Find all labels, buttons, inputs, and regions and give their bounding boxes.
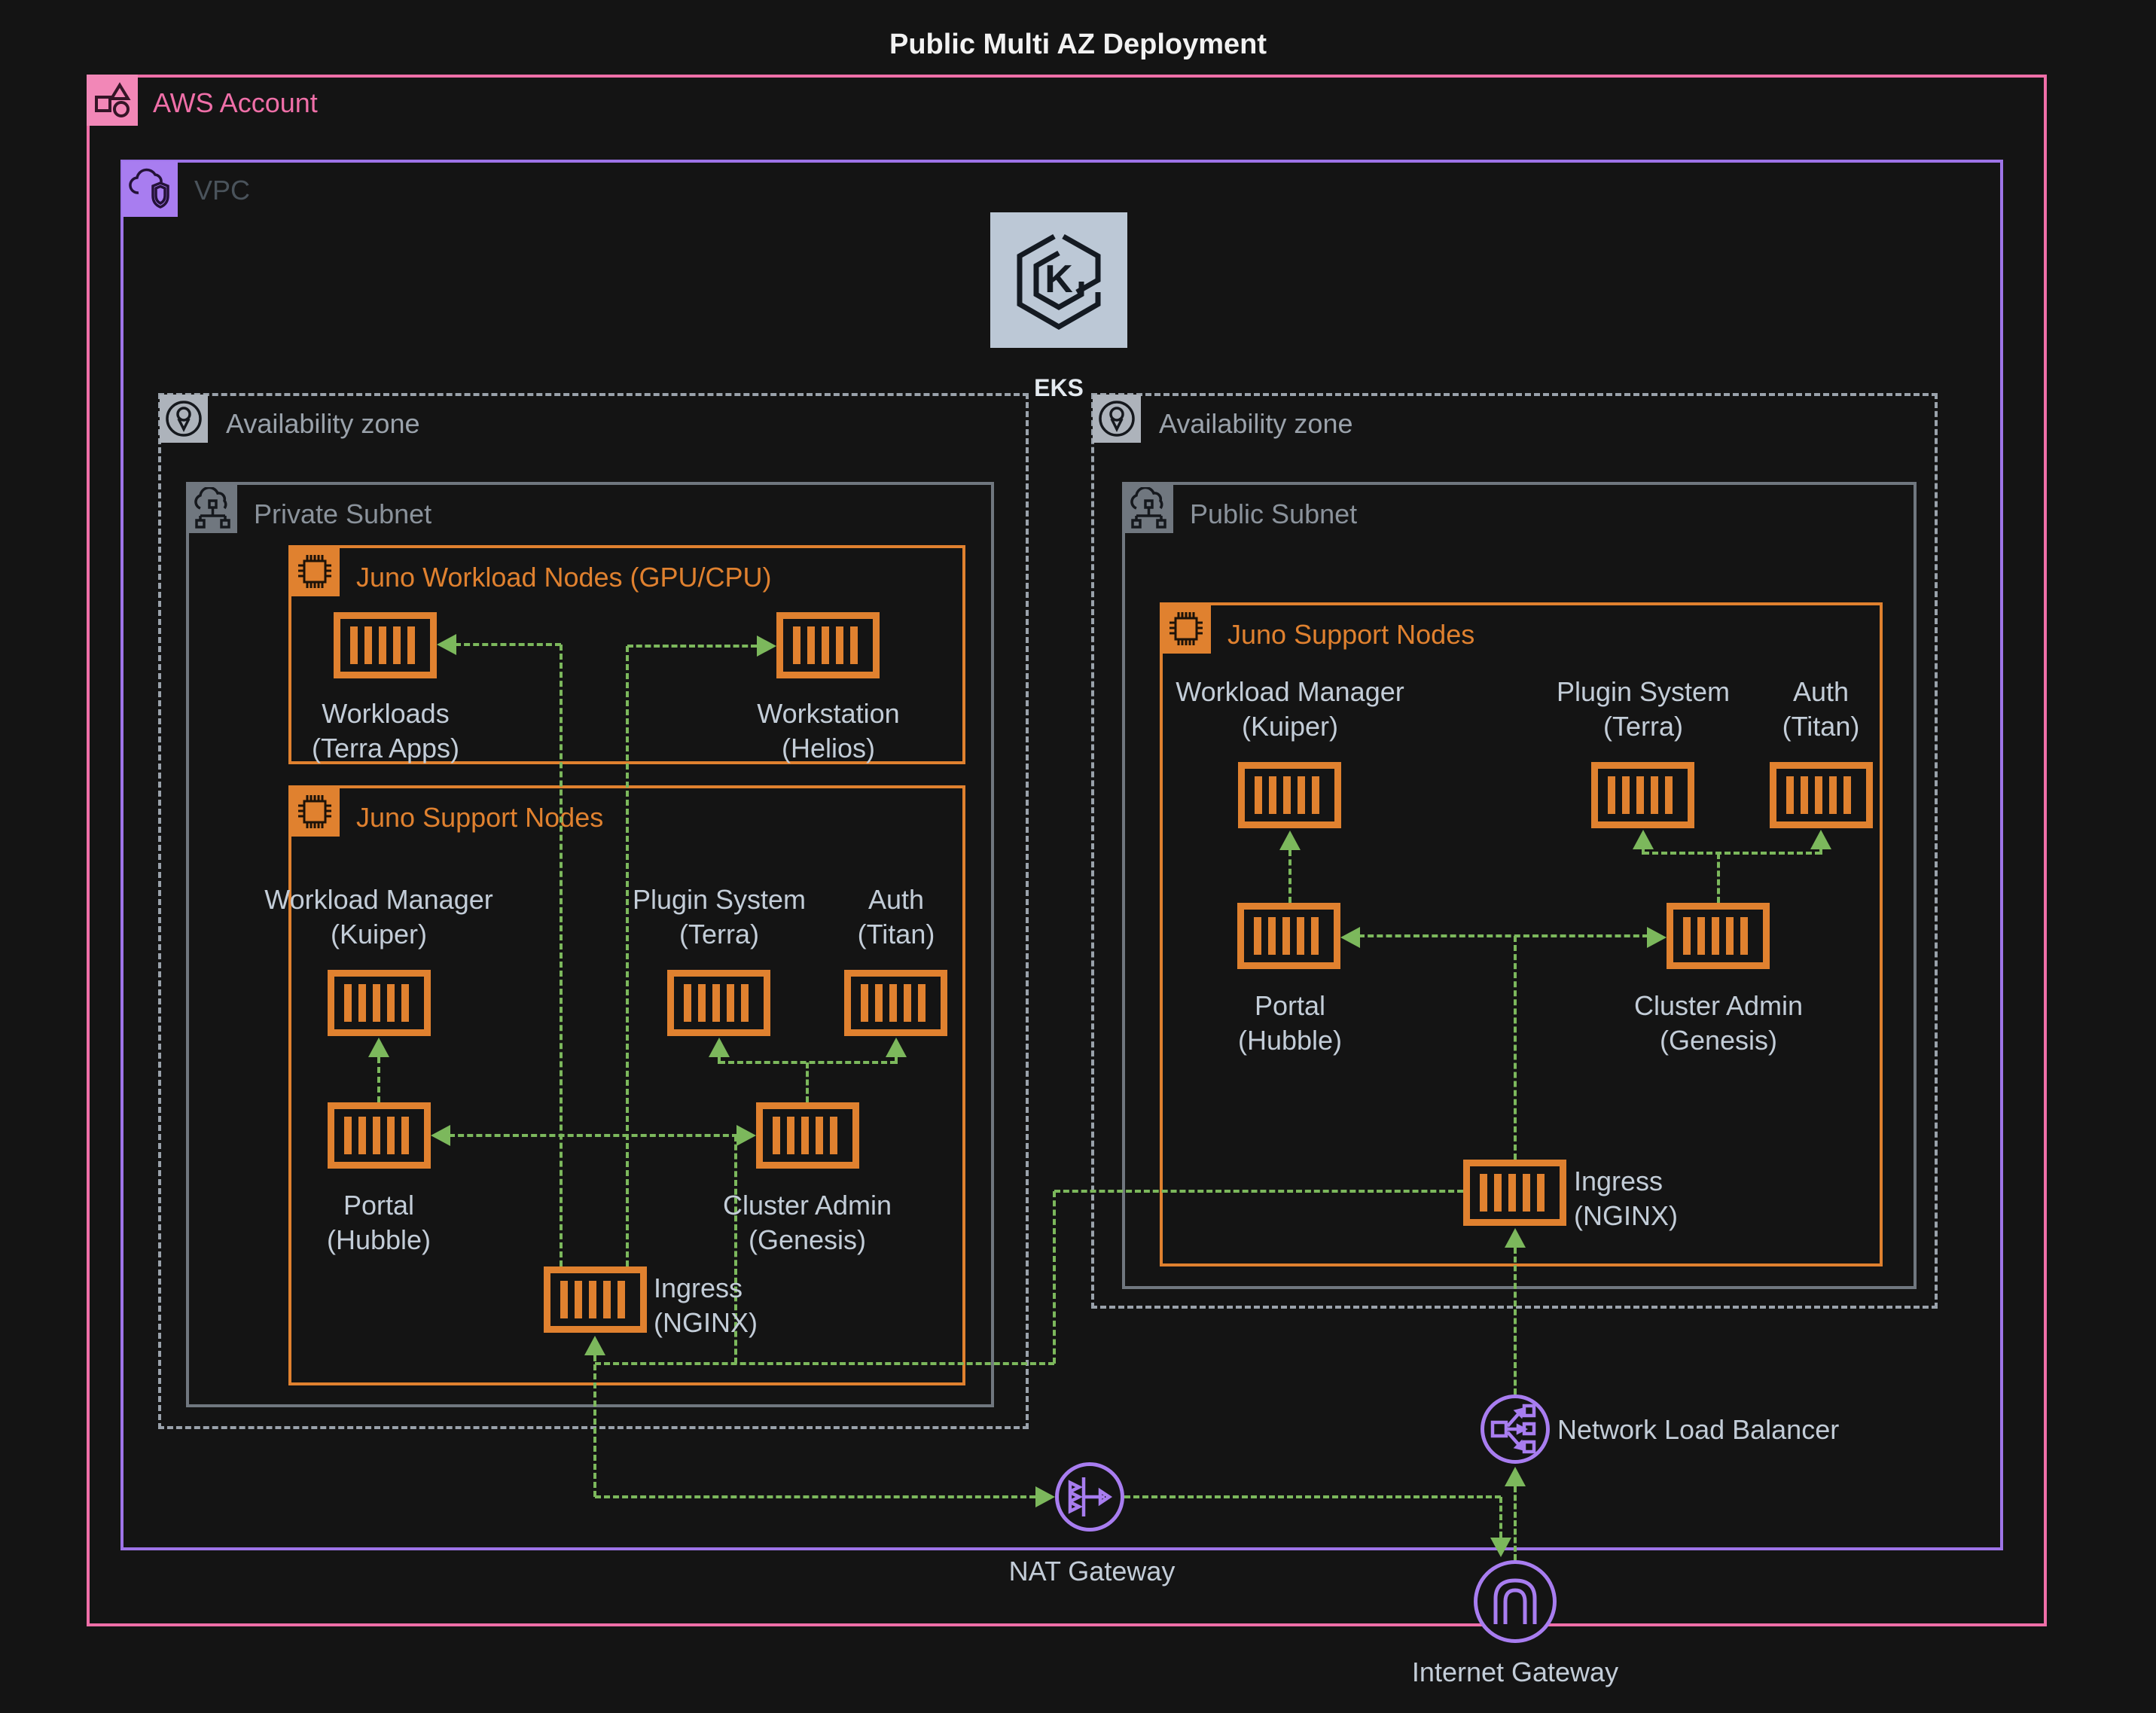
aws-account-label: AWS Account — [153, 87, 318, 119]
workstation-node-icon — [776, 612, 880, 678]
internet-gateway-label: Internet Gateway — [1380, 1655, 1651, 1690]
flow-arrow — [709, 1038, 730, 1057]
public-subnet-label: Public Subnet — [1190, 498, 1357, 530]
flow-line — [1053, 1191, 1056, 1364]
flow-line — [806, 1062, 809, 1102]
cluster-admin-left-label: Cluster Admin(Genesis) — [672, 1188, 943, 1257]
flow-line — [455, 643, 561, 646]
aws-account-icon — [87, 75, 138, 126]
cluster-admin-right-label: Cluster Admin(Genesis) — [1583, 989, 1854, 1058]
flow-line — [595, 1362, 1054, 1365]
flow-line — [1288, 850, 1291, 903]
flow-line — [719, 1061, 896, 1064]
flow-line — [1717, 853, 1720, 903]
flow-arrow — [1505, 1467, 1526, 1486]
flow-arrow — [437, 634, 456, 655]
flow-arrow — [1279, 831, 1301, 850]
flow-arrow — [886, 1038, 907, 1057]
availability-zone-right-icon — [1093, 395, 1141, 443]
flow-line — [1499, 1497, 1502, 1538]
flow-arrow — [1810, 830, 1831, 849]
ingress-left-node-icon — [544, 1266, 647, 1333]
workloads-node-icon — [334, 612, 437, 678]
availability-zone-left-icon — [160, 395, 208, 443]
portal-right-node-icon — [1237, 903, 1340, 969]
flow-line — [1054, 1190, 1463, 1193]
flow-arrow — [1633, 830, 1654, 849]
flow-line — [1514, 1486, 1517, 1560]
flow-arrow — [431, 1125, 450, 1146]
flow-line — [1514, 1248, 1517, 1394]
workload-manager-left-label: Workload Manager(Kuiper) — [243, 882, 514, 952]
network-load-balancer-icon — [1481, 1394, 1550, 1464]
internet-gateway-icon — [1474, 1560, 1557, 1643]
flow-arrow — [1505, 1228, 1526, 1248]
ingress-right-label: Ingress(NGINX) — [1574, 1164, 1815, 1233]
flow-line — [1359, 934, 1648, 937]
support-nodes-left-chip-icon — [290, 787, 340, 837]
private-subnet-label: Private Subnet — [254, 498, 432, 530]
auth-right-node-icon — [1770, 762, 1873, 828]
flow-arrow — [584, 1336, 605, 1355]
workloads-label: Workloads(Terra Apps) — [250, 696, 521, 766]
flow-line — [595, 1495, 1035, 1498]
portal-right-label: Portal(Hubble) — [1154, 989, 1426, 1058]
support-nodes-right-label: Juno Support Nodes — [1227, 619, 1474, 651]
support-nodes-right-chip-icon — [1161, 604, 1211, 654]
workload-nodes-chip-icon — [290, 547, 340, 596]
plugin-system-left-node-icon — [667, 970, 770, 1036]
availability-zone-right-label: Availability zone — [1159, 408, 1352, 440]
nat-gateway-label: NAT Gateway — [956, 1554, 1227, 1589]
workload-manager-right-node-icon — [1238, 762, 1341, 828]
flow-line — [1514, 936, 1517, 1160]
eks-icon: K — [990, 212, 1127, 348]
portal-left-label: Portal(Hubble) — [243, 1188, 514, 1257]
workload-manager-left-node-icon — [328, 970, 431, 1036]
auth-right-label: Auth(Titan) — [1685, 675, 1956, 744]
flow-line — [627, 645, 757, 648]
flow-line — [626, 646, 629, 1266]
ingress-right-node-icon — [1463, 1160, 1566, 1226]
nat-gateway-icon — [1055, 1462, 1124, 1532]
flow-arrow — [1035, 1486, 1055, 1507]
flow-arrow — [1647, 927, 1667, 948]
flow-arrow — [1340, 927, 1360, 948]
svg-text:K: K — [1044, 258, 1073, 301]
cluster-admin-left-node-icon — [756, 1102, 859, 1169]
plugin-system-right-node-icon — [1591, 762, 1694, 828]
flow-line — [449, 1134, 738, 1137]
flow-line — [718, 1057, 721, 1064]
workstation-label: Workstation(Helios) — [693, 696, 964, 766]
flow-arrow — [736, 1125, 756, 1146]
cluster-admin-right-node-icon — [1667, 903, 1770, 969]
support-nodes-left-label: Juno Support Nodes — [356, 802, 603, 834]
workload-manager-right-label: Workload Manager(Kuiper) — [1154, 675, 1426, 744]
auth-left-node-icon — [844, 970, 947, 1036]
flow-line — [1643, 852, 1821, 855]
workload-nodes-label: Juno Workload Nodes (GPU/CPU) — [356, 562, 772, 593]
public-subnet-icon — [1124, 483, 1173, 533]
network-load-balancer-label: Network Load Balancer — [1557, 1414, 1839, 1446]
ingress-left-label: Ingress(NGINX) — [654, 1271, 895, 1340]
auth-left-label: Auth(Titan) — [761, 882, 1032, 952]
flow-line — [895, 1057, 898, 1064]
flow-arrow — [1490, 1538, 1511, 1557]
architecture-diagram: Public Multi AZ Deployment AWS Account V… — [0, 0, 2156, 1713]
flow-line — [1819, 849, 1822, 855]
portal-left-node-icon — [328, 1102, 431, 1169]
flow-line — [593, 1355, 596, 1497]
flow-line — [1124, 1495, 1501, 1498]
vpc-icon — [122, 161, 178, 217]
private-subnet-icon — [188, 483, 237, 533]
flow-arrow — [368, 1038, 389, 1057]
flow-line — [377, 1057, 380, 1102]
vpc-label: VPC — [194, 175, 250, 206]
availability-zone-left-label: Availability zone — [226, 408, 419, 440]
flow-arrow — [757, 636, 776, 657]
flow-line — [560, 645, 563, 1266]
diagram-title: Public Multi AZ Deployment — [0, 29, 2156, 61]
flow-line — [1642, 849, 1645, 855]
